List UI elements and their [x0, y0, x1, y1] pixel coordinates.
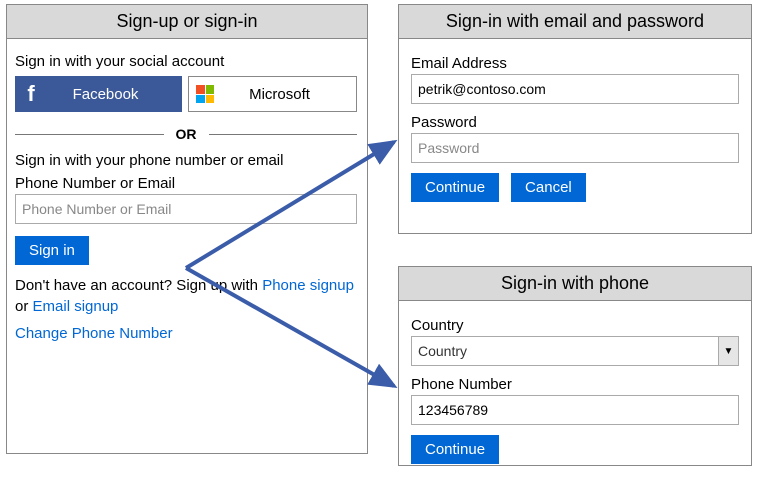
- country-select[interactable]: Country: [411, 336, 739, 366]
- panel-body: Country Country ▼ Phone Number Continue: [399, 301, 751, 474]
- phone-email-label: Phone Number or Email: [15, 175, 357, 192]
- email-input[interactable]: [411, 74, 739, 104]
- phone-signup-link[interactable]: Phone signup: [262, 277, 354, 294]
- phone-email-input[interactable]: [15, 194, 357, 224]
- change-phone-link[interactable]: Change Phone Number: [15, 325, 357, 342]
- password-input[interactable]: [411, 133, 739, 163]
- signup-text: Don't have an account? Sign up with Phon…: [15, 275, 357, 317]
- phone-email-heading: Sign in with your phone number or email: [15, 152, 357, 169]
- continue-button[interactable]: Continue: [411, 173, 499, 202]
- divider-line: [15, 134, 164, 135]
- signup-or: or: [15, 298, 33, 315]
- password-label: Password: [411, 114, 739, 131]
- panel-title: Sign-in with phone: [399, 267, 751, 301]
- panel-body: Email Address Password Continue Cancel: [399, 39, 751, 212]
- social-row: f Facebook Microsoft: [15, 76, 357, 112]
- continue-button[interactable]: Continue: [411, 435, 499, 464]
- button-row: Continue: [411, 435, 739, 464]
- signup-prefix: Don't have an account? Sign up with: [15, 277, 262, 294]
- country-select-wrap: Country ▼: [411, 336, 739, 366]
- or-divider: OR: [15, 126, 357, 142]
- microsoft-label: Microsoft: [221, 86, 356, 103]
- signin-phone-panel: Sign-in with phone Country Country ▼ Pho…: [398, 266, 752, 466]
- microsoft-icon: [189, 76, 221, 112]
- or-text: OR: [164, 126, 209, 142]
- panel-title: Sign-in with email and password: [399, 5, 751, 39]
- signup-signin-panel: Sign-up or sign-in Sign in with your soc…: [6, 4, 368, 454]
- facebook-button[interactable]: f Facebook: [15, 76, 182, 112]
- panel-title: Sign-up or sign-in: [7, 5, 367, 39]
- social-heading: Sign in with your social account: [15, 53, 357, 70]
- cancel-button[interactable]: Cancel: [511, 173, 586, 202]
- email-signup-link[interactable]: Email signup: [33, 298, 119, 315]
- button-row: Continue Cancel: [411, 173, 739, 202]
- signin-email-panel: Sign-in with email and password Email Ad…: [398, 4, 752, 234]
- email-label: Email Address: [411, 55, 739, 72]
- phone-input[interactable]: [411, 395, 739, 425]
- country-label: Country: [411, 317, 739, 334]
- signin-button[interactable]: Sign in: [15, 236, 89, 265]
- panel-body: Sign in with your social account f Faceb…: [7, 39, 367, 352]
- phone-label: Phone Number: [411, 376, 739, 393]
- divider-line: [209, 134, 358, 135]
- facebook-label: Facebook: [47, 86, 182, 103]
- microsoft-button[interactable]: Microsoft: [188, 76, 357, 112]
- facebook-icon: f: [15, 76, 47, 112]
